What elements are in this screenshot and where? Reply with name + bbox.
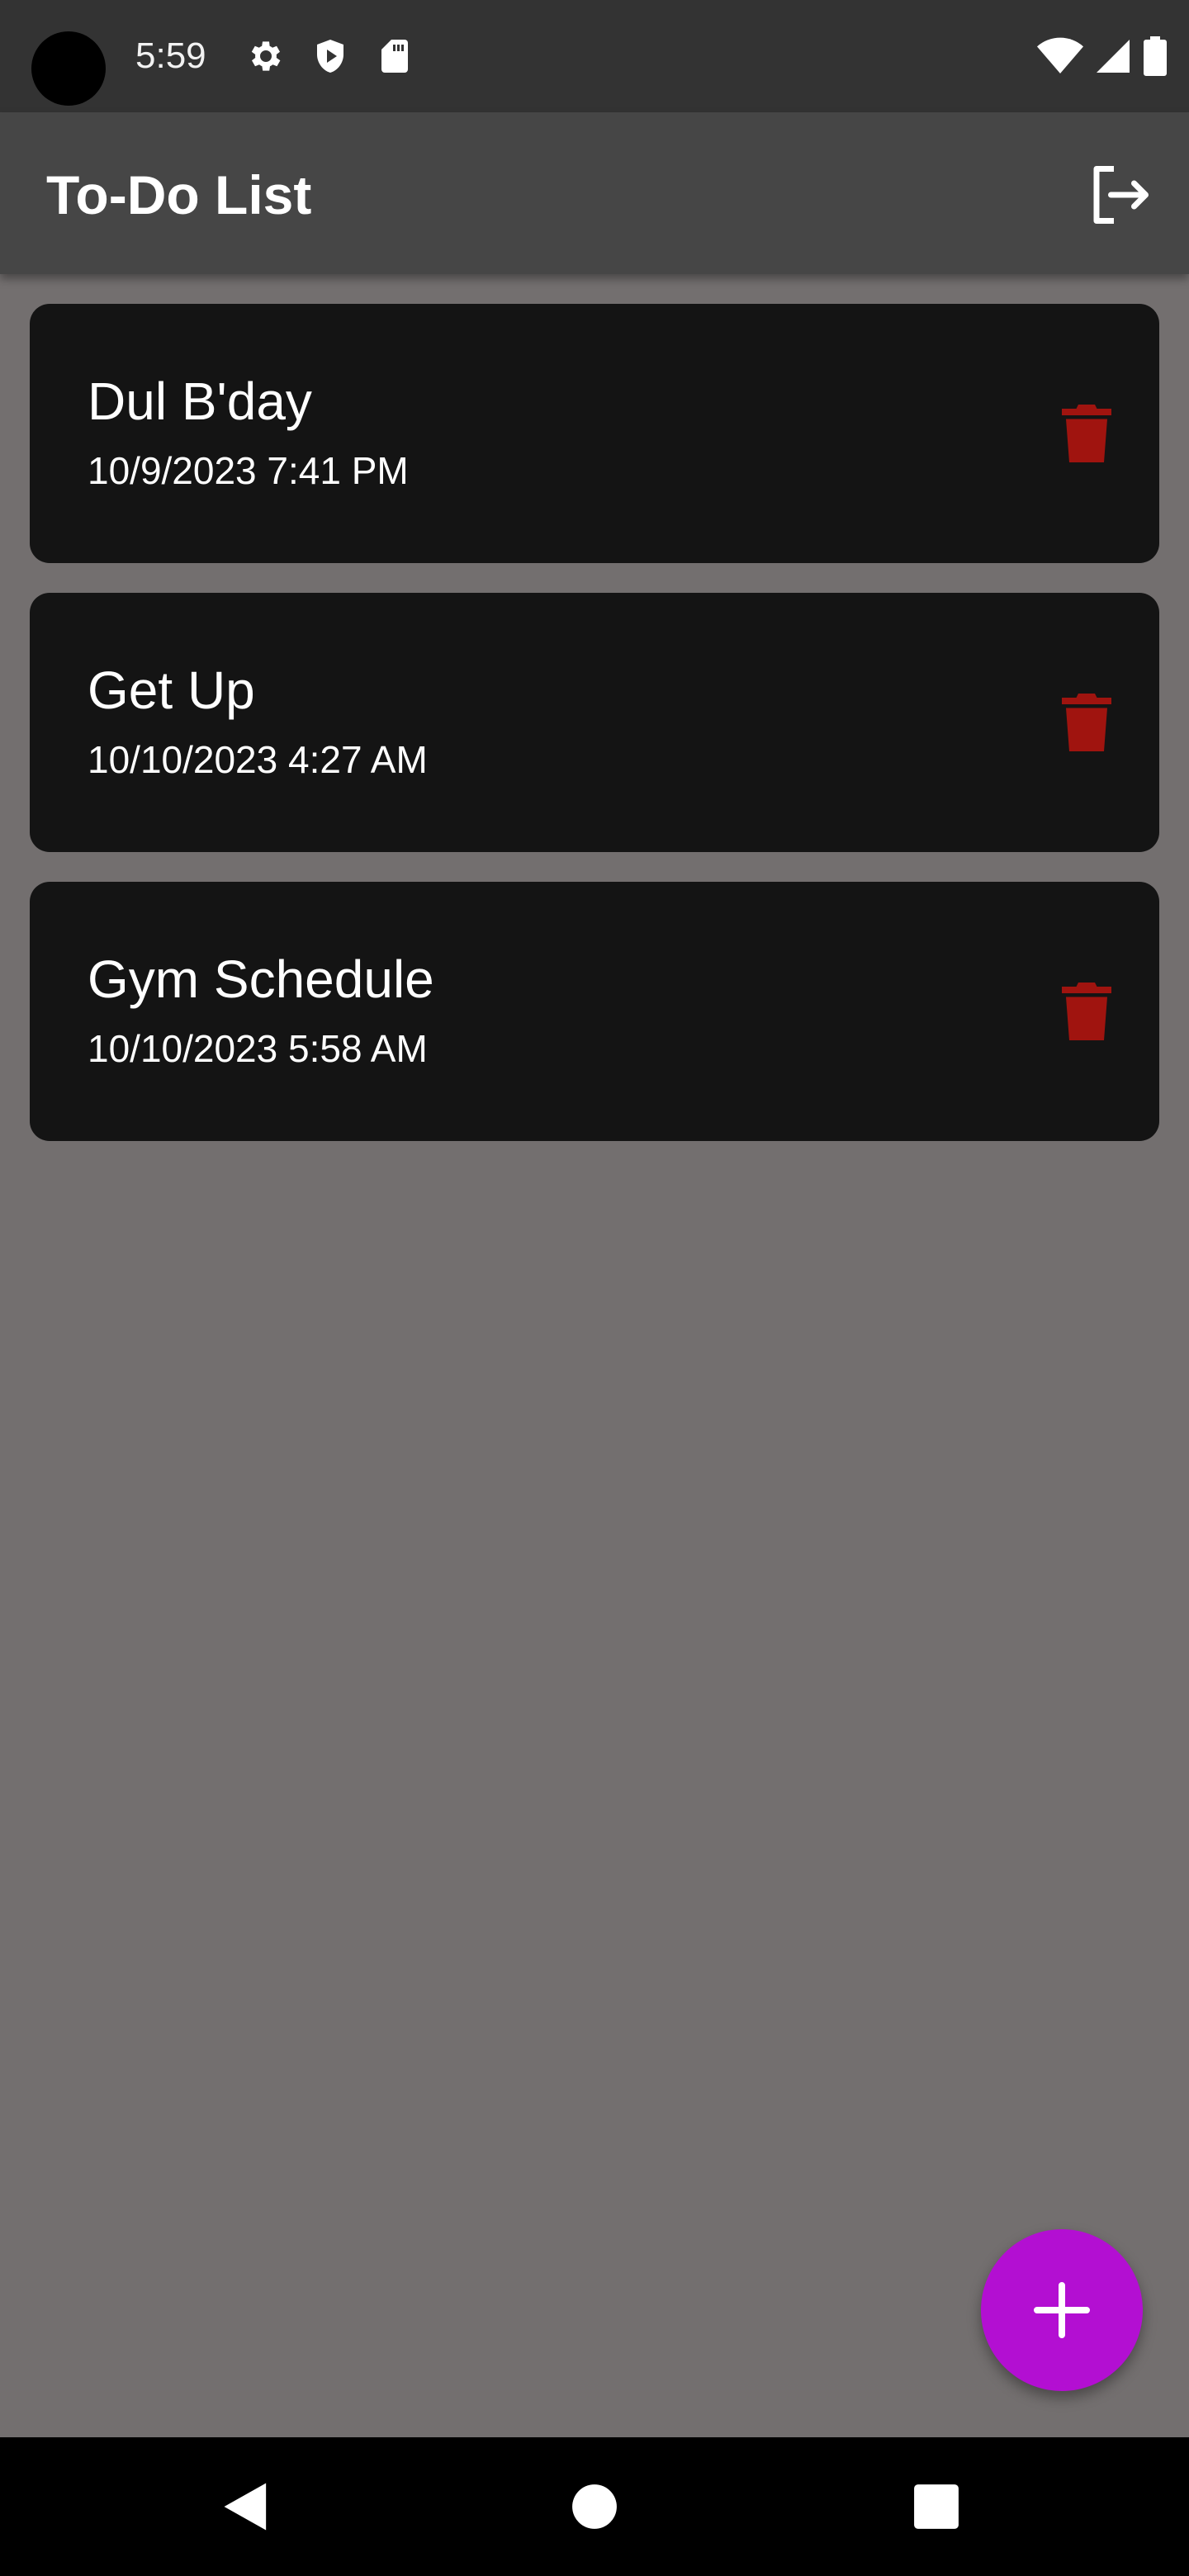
app-bar: To-Do List bbox=[0, 112, 1189, 274]
status-time: 5:59 bbox=[135, 36, 206, 76]
task-title: Dul B'day bbox=[88, 372, 312, 431]
task-card[interactable]: Get Up 10/10/2023 4:27 AM bbox=[30, 593, 1159, 852]
logout-icon bbox=[1093, 166, 1149, 224]
delete-button[interactable] bbox=[1062, 405, 1111, 462]
plus-icon bbox=[1034, 2282, 1090, 2338]
battery-icon bbox=[1141, 36, 1169, 76]
wifi-icon bbox=[1037, 36, 1083, 76]
home-icon bbox=[572, 2484, 617, 2529]
home-button[interactable] bbox=[563, 2475, 626, 2538]
delete-button[interactable] bbox=[1062, 694, 1111, 751]
task-card[interactable]: Dul B'day 10/9/2023 7:41 PM bbox=[30, 304, 1159, 563]
trash-icon bbox=[1062, 694, 1111, 751]
back-icon bbox=[224, 2483, 267, 2531]
gear-icon bbox=[246, 36, 286, 76]
task-datetime: 10/9/2023 7:41 PM bbox=[88, 449, 409, 492]
add-task-button[interactable] bbox=[981, 2229, 1143, 2391]
cell-signal-icon bbox=[1093, 36, 1133, 76]
task-title: Get Up bbox=[88, 661, 255, 720]
task-title: Gym Schedule bbox=[88, 949, 434, 1009]
shield-play-icon bbox=[310, 36, 350, 76]
task-datetime: 10/10/2023 5:58 AM bbox=[88, 1027, 428, 1070]
trash-icon bbox=[1062, 405, 1111, 462]
task-list: Dul B'day 10/9/2023 7:41 PM Get Up 10/10… bbox=[30, 304, 1159, 1171]
task-datetime: 10/10/2023 4:27 AM bbox=[88, 738, 428, 781]
sd-card-icon bbox=[375, 36, 414, 76]
recents-button[interactable] bbox=[905, 2475, 968, 2538]
recents-icon bbox=[914, 2484, 959, 2529]
delete-button[interactable] bbox=[1062, 983, 1111, 1040]
task-card[interactable]: Gym Schedule 10/10/2023 5:58 AM bbox=[30, 882, 1159, 1141]
back-button[interactable] bbox=[216, 2475, 279, 2538]
system-nav-bar bbox=[0, 2437, 1189, 2576]
trash-icon bbox=[1062, 983, 1111, 1040]
camera-cutout bbox=[31, 31, 106, 106]
logout-button[interactable] bbox=[1085, 160, 1154, 230]
page-title: To-Do List bbox=[46, 164, 312, 225]
status-bar: 5:59 bbox=[0, 0, 1189, 112]
